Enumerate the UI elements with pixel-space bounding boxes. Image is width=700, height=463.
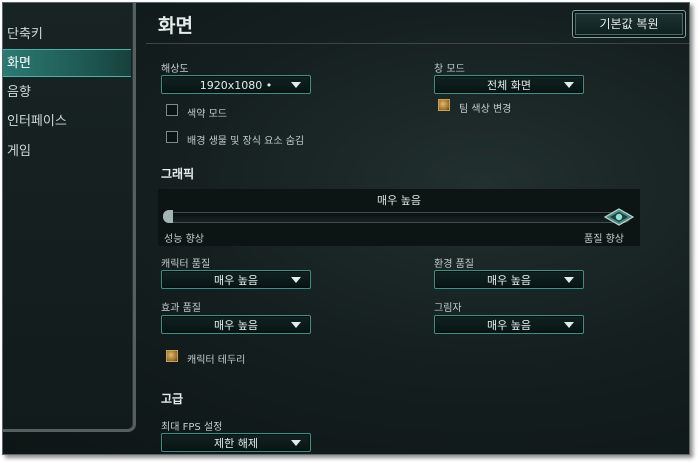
chevron-down-icon [564, 322, 574, 328]
resolution-label: 해상도 [161, 64, 189, 75]
sidebar: 단축키 화면 음향 인터페이스 게임 [3, 3, 136, 432]
team-color-checkbox[interactable] [438, 99, 450, 111]
character-quality-dropdown[interactable]: 매우 높음 [161, 270, 311, 289]
environment-quality-label: 환경 품질 [434, 259, 474, 270]
character-quality-label: 캐릭터 품질 [161, 259, 211, 270]
character-quality-value: 매우 높음 [214, 274, 258, 287]
restore-defaults-button[interactable]: 기본값 복원 [572, 10, 686, 38]
graphics-section-title: 그래픽 [161, 167, 195, 181]
slider-left-label: 성능 향상 [164, 234, 204, 245]
chevron-down-icon [291, 277, 301, 283]
window-mode-label: 창 모드 [434, 64, 465, 75]
resolution-value: 1920x1080 • [199, 79, 273, 92]
effects-quality-value: 매우 높음 [214, 319, 258, 332]
colorblind-checkbox[interactable] [166, 104, 178, 116]
effects-quality-dropdown[interactable]: 매우 높음 [161, 315, 311, 334]
settings-window: 단축키 화면 음향 인터페이스 게임 화면 기본값 복원 해상도 1920x10… [2, 2, 690, 455]
hide-eyecandy-checkbox[interactable] [166, 131, 178, 143]
sidebar-item-video[interactable]: 화면 [3, 49, 131, 77]
fps-cap-dropdown[interactable]: 제한 해제 [161, 433, 311, 452]
sidebar-item-sound[interactable]: 음향 [3, 79, 131, 107]
environment-quality-value: 매우 높음 [487, 274, 531, 287]
slider-right-label: 품질 향상 [584, 234, 624, 245]
chevron-down-icon [564, 82, 574, 88]
colorblind-label: 색약 모드 [187, 109, 227, 120]
sidebar-item-interface[interactable]: 인터페이스 [3, 108, 131, 136]
shadows-value: 매우 높음 [487, 319, 531, 332]
chevron-down-icon [291, 322, 301, 328]
chevron-down-icon [291, 82, 301, 88]
character-outline-checkbox[interactable] [166, 350, 178, 362]
chevron-down-icon [564, 277, 574, 283]
slider-start-cap [163, 210, 173, 223]
slider-thumb[interactable] [604, 208, 634, 226]
sidebar-item-hotkeys[interactable]: 단축키 [3, 21, 131, 49]
sidebar-item-game[interactable]: 게임 [3, 138, 131, 166]
hide-eyecandy-label: 배경 생물 및 장식 요소 숨김 [187, 136, 305, 147]
window-mode-dropdown[interactable]: 전체 화면 [434, 75, 584, 94]
header-divider [146, 43, 689, 44]
shadows-label: 그림자 [434, 303, 462, 314]
fps-cap-label: 최대 FPS 설정 [161, 422, 223, 433]
fps-cap-value: 제한 해제 [214, 437, 258, 450]
shadows-dropdown[interactable]: 매우 높음 [434, 315, 584, 334]
environment-quality-dropdown[interactable]: 매우 높음 [434, 270, 584, 289]
window-mode-value: 전체 화면 [487, 79, 531, 92]
effects-quality-label: 효과 품질 [161, 303, 201, 314]
graphics-slider-value: 매우 높음 [377, 194, 421, 207]
resolution-dropdown[interactable]: 1920x1080 • [161, 75, 311, 94]
character-outline-label: 캐릭터 테두리 [187, 355, 246, 366]
team-color-label: 팀 색상 변경 [459, 104, 512, 115]
chevron-down-icon [291, 440, 301, 446]
page-title: 화면 [158, 15, 193, 37]
graphics-slider-track[interactable] [166, 212, 630, 223]
advanced-section-title: 고급 [161, 392, 184, 406]
